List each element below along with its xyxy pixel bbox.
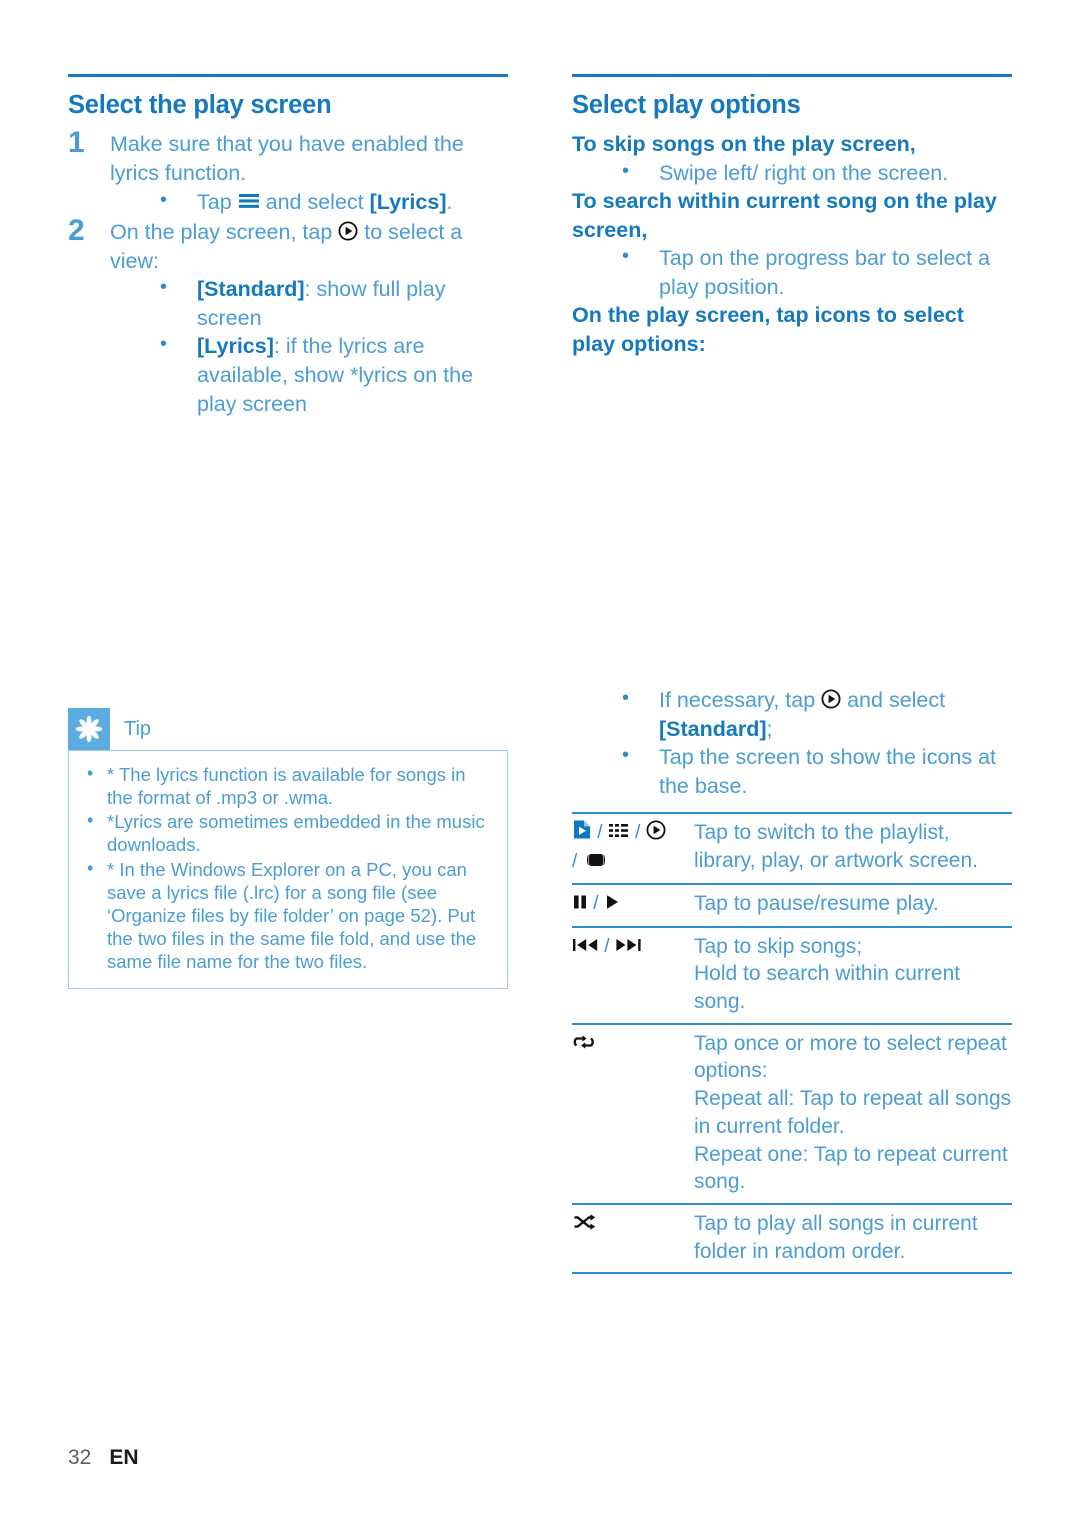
tip-item: *Lyrics are sometimes embedded in the mu…	[83, 809, 493, 856]
bullet-strong-standard: [Standard]	[197, 277, 305, 302]
right-column: Select play options To skip songs on the…	[572, 74, 1012, 358]
bullet-text-pre: Tap	[197, 189, 238, 214]
play-icon[interactable]	[604, 893, 620, 911]
desc-line: Repeat all: Tap to repeat all songs in c…	[694, 1087, 1012, 1138]
bullet-standard-view: [Standard]: show full play screen	[110, 274, 508, 332]
bullet-tap-screen-show-icons: Tap the screen to show the icons at the …	[572, 742, 1012, 800]
footer-language: EN	[109, 1446, 139, 1469]
bullet-pre-text: If necessary, tap	[659, 688, 822, 712]
previous-icon[interactable]	[572, 936, 599, 954]
bullet-post-text: ;	[766, 716, 773, 741]
icon-reference-table: / / / Tap to switch to the playlist, lib…	[572, 812, 1012, 1275]
pause-icon[interactable]	[572, 893, 588, 911]
bullets-skip-songs: Swipe left/ right on the screen.	[572, 158, 1012, 188]
icon-cell-screens: / / /	[572, 812, 688, 884]
step-1-bullets: Tap and select [Lyrics].	[110, 187, 508, 217]
step-2: 2 On the play screen, tap to select a vi…	[68, 214, 508, 418]
asterisk-icon	[68, 708, 110, 750]
bullets-search-song: Tap on the progress bar to select a play…	[572, 243, 1012, 301]
bullet-if-necessary-standard: If necessary, tap and select [Standard];	[572, 685, 1012, 743]
artwork-icon[interactable]	[583, 851, 609, 869]
play-circle-icon	[821, 689, 841, 709]
shuffle-icon[interactable]	[572, 1213, 596, 1231]
next-icon[interactable]	[615, 936, 642, 954]
pre-table-bullets-group: If necessary, tap and select [Standard];…	[572, 685, 1012, 800]
bullet-mid-text: and select	[841, 688, 946, 712]
icon-cell-shuffle	[572, 1202, 688, 1275]
page-footer: 32 EN	[68, 1446, 139, 1470]
desc-cell-shuffle: Tap to play all songs in current folder …	[688, 1202, 1012, 1275]
step-1-text: Make sure that you have enabled the lyri…	[110, 132, 464, 185]
desc-cell-repeat: Tap once or more to select repeat option…	[688, 1022, 1012, 1204]
icon-line-1: / /	[572, 819, 680, 848]
icon-line-2: /	[572, 848, 680, 877]
page-title-right: Select play options	[572, 91, 801, 119]
page-title-left: Select the play screen	[68, 91, 332, 119]
tip-label: Tip	[124, 717, 152, 740]
bullet-progress-bar: Tap on the progress bar to select a play…	[572, 243, 1012, 301]
tip-item: * The lyrics function is available for s…	[83, 762, 493, 809]
bullet-strong-lyrics: [Lyrics]	[369, 189, 447, 214]
bullet-text-post: .	[446, 189, 453, 214]
left-column: Select the play screen 1 Make sure that …	[68, 74, 508, 420]
footer-page-number: 32	[68, 1446, 92, 1469]
desc-cell-screens: Tap to switch to the playlist, library, …	[688, 812, 1012, 884]
lead-tap-icons: On the play screen, tap icons to select …	[572, 303, 964, 356]
table-row: Tap once or more to select repeat option…	[572, 1022, 1012, 1204]
section-rule-right	[572, 74, 1012, 77]
bullet-text-mid: and select	[259, 189, 370, 214]
step-2-text: On the play screen, tap to select a view…	[110, 218, 508, 275]
step-1-number: 1	[68, 126, 85, 160]
library-grid-icon[interactable]	[608, 822, 630, 840]
tip-item: * In the Windows Explorer on a PC, you c…	[83, 857, 493, 974]
repeat-icon[interactable]	[572, 1033, 596, 1051]
desc-cell-pause-play: Tap to pause/resume play.	[688, 883, 1012, 927]
bullet-tap-menu-lyrics: Tap and select [Lyrics].	[110, 187, 508, 217]
desc-cell-skip: Tap to skip songs; Hold to search within…	[688, 925, 1012, 1024]
tip-body: * The lyrics function is available for s…	[68, 750, 508, 990]
bullet-strong-lyrics-2: [Lyrics]	[197, 334, 274, 359]
step-1: 1 Make sure that you have enabled the ly…	[68, 126, 508, 217]
desc-line: Tap once or more to select repeat option…	[694, 1031, 1007, 1083]
tip-header: Tip	[68, 708, 508, 750]
step-2-bullets: [Standard]: show full play screen [Lyric…	[110, 274, 508, 418]
section-rule-left	[68, 74, 508, 77]
manual-page: Select the play screen 1 Make sure that …	[0, 0, 1080, 1526]
icon-cell-pause-play: /	[572, 883, 688, 927]
desc-line: Repeat one: Tap to repeat current song.	[694, 1142, 1008, 1194]
table-row: / / / Tap to switch to the playlist, lib…	[572, 812, 1012, 884]
bullet-lyrics-view: [Lyrics]: if the lyrics are available, s…	[110, 331, 508, 418]
lead-skip-songs: To skip songs on the play screen,	[572, 132, 916, 157]
playlist-icon[interactable]	[572, 819, 592, 840]
lead-search-song: To search within current song on the pla…	[572, 189, 997, 242]
icon-cell-repeat	[572, 1022, 688, 1204]
table-row: / Tap to pause/resume play.	[572, 883, 1012, 927]
pre-table-bullets: If necessary, tap and select [Standard];…	[572, 685, 1012, 800]
step-2-text-pre: On the play screen, tap	[110, 220, 339, 245]
bullet-swipe: Swipe left/ right on the screen.	[572, 158, 1012, 188]
desc-line: Tap to skip songs;	[694, 934, 863, 958]
table-row: Tap to play all songs in current folder …	[572, 1202, 1012, 1275]
play-circle-icon	[338, 221, 358, 241]
tip-box: Tip * The lyrics function is available f…	[68, 708, 508, 990]
tip-list: * The lyrics function is available for s…	[83, 762, 493, 974]
icon-cell-skip: /	[572, 925, 688, 1024]
bullet-strong-standard-2: [Standard]	[659, 716, 767, 741]
menu-icon	[238, 191, 260, 211]
table-row: / Tap to skip songs; Hold to search with…	[572, 925, 1012, 1024]
desc-line: Hold to search within current song.	[694, 962, 961, 1013]
play-circle-icon[interactable]	[646, 820, 666, 840]
step-2-number: 2	[68, 214, 85, 248]
